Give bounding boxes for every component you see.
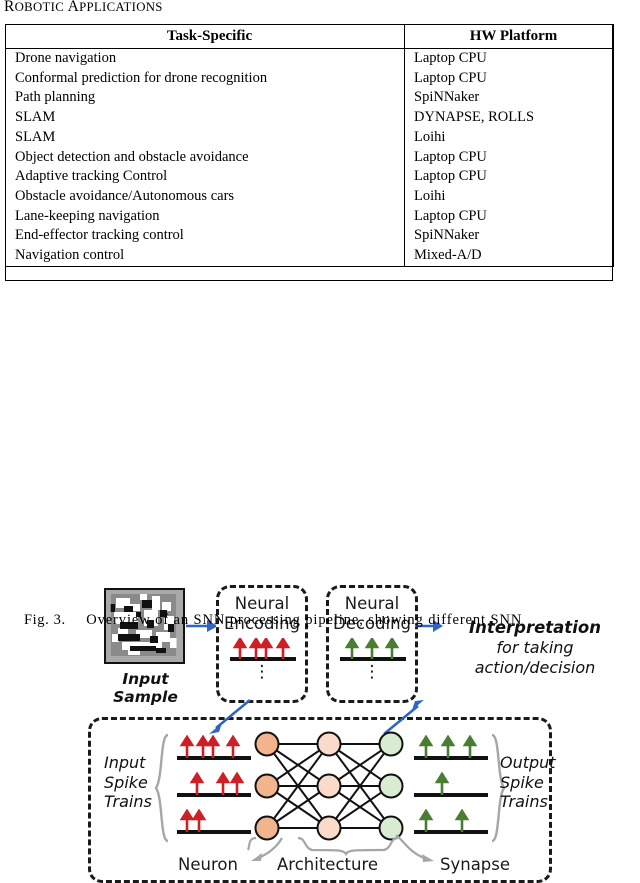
- cell-task-specific: SLAM: [5, 127, 405, 148]
- nn-node-input-layer-2: [254, 773, 280, 799]
- cell-task-specific: Object detection and obstacle avoidance: [5, 147, 405, 168]
- cell-hw-platform: Laptop CPU: [404, 68, 614, 89]
- cell-task-specific: Conformal prediction for drone recogniti…: [5, 68, 405, 89]
- cell-hw-platform: Laptop CPU: [404, 48, 614, 69]
- output-label-line3: Trains: [500, 792, 548, 811]
- decoding-spike-train: [340, 638, 406, 661]
- table-header-row: Task-Specific HW Platform: [5, 24, 614, 49]
- encoding-spike-train: [230, 638, 296, 661]
- arrow-encoding-to-snn: [209, 698, 251, 734]
- table-body: Drone navigation Laptop CPU Conformal pred…: [5, 48, 614, 267]
- output-label-line1: Output: [500, 753, 556, 772]
- table-row: Conformal prediction for drone recogniti…: [5, 68, 614, 89]
- cell-hw-platform: Loihi: [404, 127, 614, 148]
- table-row: Adaptive tracking Control Laptop CPU: [5, 167, 614, 187]
- cell-task-specific: Lane-keeping navigation: [5, 206, 405, 227]
- cell-hw-platform: Mixed-A/D: [404, 246, 614, 267]
- section-heading-word-robotic: OBOTIC: [14, 0, 68, 14]
- neural-decoding-line1: Neural: [344, 594, 400, 613]
- nn-node-input-layer-1: [254, 731, 280, 757]
- output-label-line2: Spike: [500, 772, 544, 792]
- encoding-vertical-dots: ⋮: [253, 662, 271, 682]
- section-heading-initial-a: A: [67, 0, 80, 15]
- figure-caption-text: Overview of an SNN processing pipeline, …: [86, 612, 523, 628]
- output-spike-train-row-2: [414, 772, 488, 797]
- section-heading-initial-r: R: [4, 0, 15, 15]
- input-label-line2: Spike: [104, 772, 148, 792]
- cell-task-specific: Adaptive tracking Control: [5, 167, 405, 187]
- hw-platform-table: Task-Specific HW Platform Drone navigati…: [5, 24, 614, 267]
- output-spike-trains-label: Output Spike Trains: [500, 753, 570, 812]
- cell-task-specific: SLAM: [5, 108, 405, 128]
- annotation-architecture: Architecture: [277, 855, 379, 874]
- column-header-hw-platform: HW Platform: [404, 24, 614, 49]
- figure-number: Fig. 3.: [24, 612, 66, 628]
- neural-encoding-line1: Neural: [234, 594, 290, 613]
- nn-node-output-layer-1: [378, 731, 404, 757]
- output-spike-train-row-1: [414, 735, 488, 760]
- column-header-task-specific: Task-Specific: [5, 24, 405, 49]
- input-spike-train-row-1: [177, 735, 251, 760]
- table-row: Drone navigation Laptop CPU: [5, 48, 614, 69]
- cell-hw-platform: Loihi: [404, 186, 614, 207]
- table-row: SLAM DYNAPSE, ROLLS: [5, 108, 614, 128]
- input-label-line3: Trains: [104, 792, 152, 811]
- input-spike-trains-label: Input Spike Trains: [104, 753, 164, 812]
- interpretation-subtitle-2: action/decision: [474, 658, 596, 677]
- interpretation-subtitle-1: for taking: [496, 638, 574, 657]
- cell-task-specific: Drone navigation: [5, 48, 405, 69]
- input-spike-train-row-3: [177, 809, 251, 834]
- table-row: Path planning SpiNNaker: [5, 88, 614, 109]
- neural-network-graph: [254, 731, 404, 841]
- cell-hw-platform: Laptop CPU: [404, 167, 614, 187]
- snn-pipeline-figure: Input Sample Neural Encoding ⋮ Neural De…: [0, 288, 640, 883]
- input-spike-train-row-2: [177, 772, 251, 797]
- cell-hw-platform: DYNAPSE, ROLLS: [404, 108, 614, 128]
- architecture-brace: [297, 836, 399, 856]
- input-sample-label: Input Sample: [113, 670, 178, 706]
- table-row: End-effector tracking control SpiNNaker: [5, 226, 614, 247]
- cell-task-specific: Navigation control: [5, 246, 405, 267]
- cell-task-specific: Obstacle avoidance/Autonomous cars: [5, 186, 405, 207]
- annotation-synapse: Synapse: [440, 855, 511, 874]
- cell-hw-platform: SpiNNaker: [404, 226, 614, 247]
- cell-task-specific: End-effector tracking control: [5, 226, 405, 247]
- table-row: Object detection and obstacle avoidance L…: [5, 147, 614, 168]
- table-row: Obstacle avoidance/Autonomous cars Loihi: [5, 186, 614, 207]
- table-row: Navigation control Mixed-A/D: [5, 246, 614, 267]
- cell-task-specific: Path planning: [5, 88, 405, 109]
- section-heading-word-applications: PPLICATIONS: [79, 0, 163, 14]
- nn-node-hidden-layer-2: [316, 773, 342, 799]
- decoding-vertical-dots: ⋮: [363, 662, 381, 682]
- figure-caption: Fig. 3. Overview of an SNN processing pi…: [24, 612, 640, 629]
- input-label-line1: Input: [104, 753, 146, 772]
- nn-node-output-layer-2: [378, 773, 404, 799]
- table-row: Lane-keeping navigation Laptop CPU: [5, 206, 614, 227]
- cell-hw-platform: Laptop CPU: [404, 147, 614, 168]
- cell-hw-platform: SpiNNaker: [404, 88, 614, 109]
- annotation-neuron: Neuron: [178, 855, 238, 874]
- cell-hw-platform: Laptop CPU: [404, 206, 614, 227]
- section-heading: ROBOTIC APPLICATIONS: [4, 0, 163, 16]
- output-spike-train-row-3: [414, 809, 488, 834]
- table-row: SLAM Loihi: [5, 127, 614, 148]
- nn-node-hidden-layer-1: [316, 731, 342, 757]
